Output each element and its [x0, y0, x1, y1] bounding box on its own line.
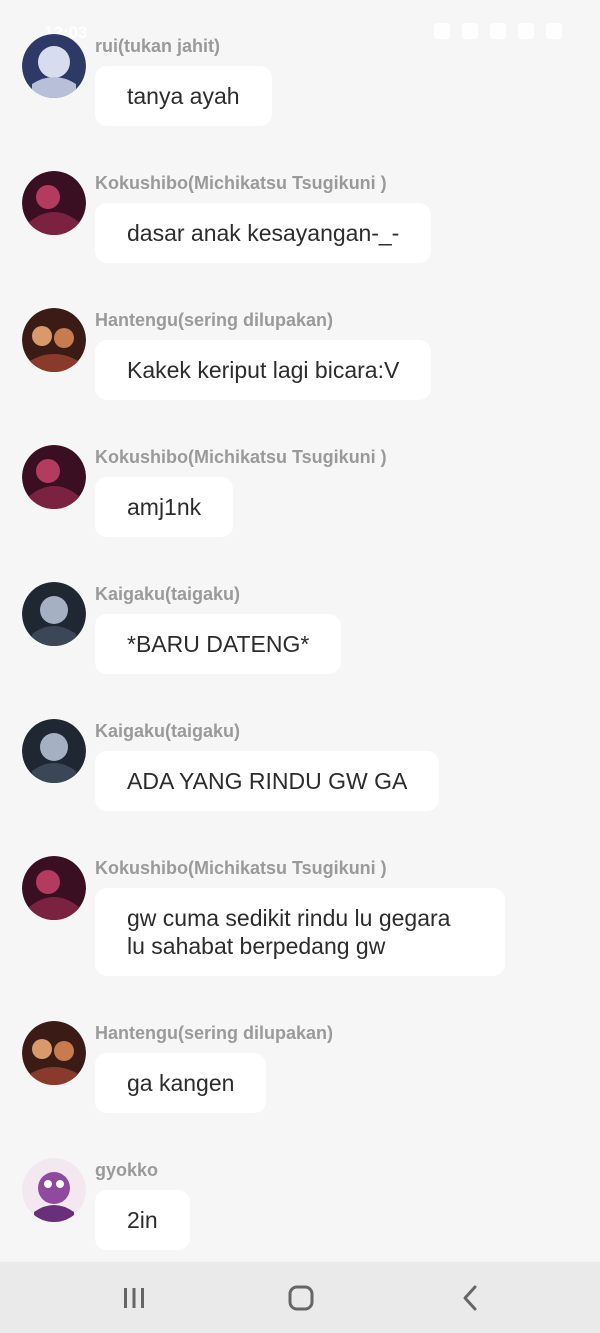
- sender-name: Kaigaku(taigaku): [95, 721, 241, 741]
- recents-icon[interactable]: [118, 1282, 150, 1314]
- message-bubble[interactable]: 2in: [95, 1190, 190, 1250]
- avatar[interactable]: [22, 856, 86, 920]
- avatar[interactable]: [22, 308, 86, 372]
- message-bubble[interactable]: Kakek keriput lagi bicara:V: [95, 340, 432, 400]
- sender-name: Kokushibo(Michikatsu Tsugikuni ): [95, 173, 387, 193]
- message-bubble[interactable]: ga kangen: [95, 1053, 267, 1113]
- sender-name: rui(tukan jahit): [95, 36, 220, 56]
- message-bubble[interactable]: *BARU DATENG*: [95, 614, 342, 674]
- back-icon[interactable]: [454, 1282, 486, 1314]
- home-icon[interactable]: [285, 1282, 317, 1314]
- navigation-bar: [0, 1262, 600, 1333]
- avatar[interactable]: [22, 719, 86, 783]
- message-bubble[interactable]: dasar anak kesayangan-_-: [95, 203, 432, 263]
- sender-name: gyokko: [95, 1160, 159, 1180]
- message-bubble[interactable]: amj1nk: [95, 477, 234, 537]
- sender-name: Hantengu(sering dilupakan): [95, 310, 334, 330]
- sender-name: Kokushibo(Michikatsu Tsugikuni ): [95, 447, 387, 467]
- message-list[interactable]: rui(tukan jahit) tanya ayah Kokushibo(Mi…: [0, 0, 600, 1262]
- message-bubble[interactable]: ADA YANG RINDU GW GA: [95, 751, 440, 811]
- sender-name: Kokushibo(Michikatsu Tsugikuni ): [95, 858, 387, 878]
- sender-name: Hantengu(sering dilupakan): [95, 1023, 334, 1043]
- avatar[interactable]: [22, 171, 86, 235]
- avatar[interactable]: [22, 34, 86, 98]
- message-bubble[interactable]: tanya ayah: [95, 66, 272, 126]
- message-bubble[interactable]: gw cuma sedikit rindu lu gegara lu sahab…: [95, 888, 505, 976]
- avatar[interactable]: [22, 582, 86, 646]
- sender-name: Kaigaku(taigaku): [95, 584, 241, 604]
- avatar[interactable]: [22, 1021, 86, 1085]
- avatar[interactable]: [22, 1158, 86, 1222]
- avatar[interactable]: [22, 445, 86, 509]
